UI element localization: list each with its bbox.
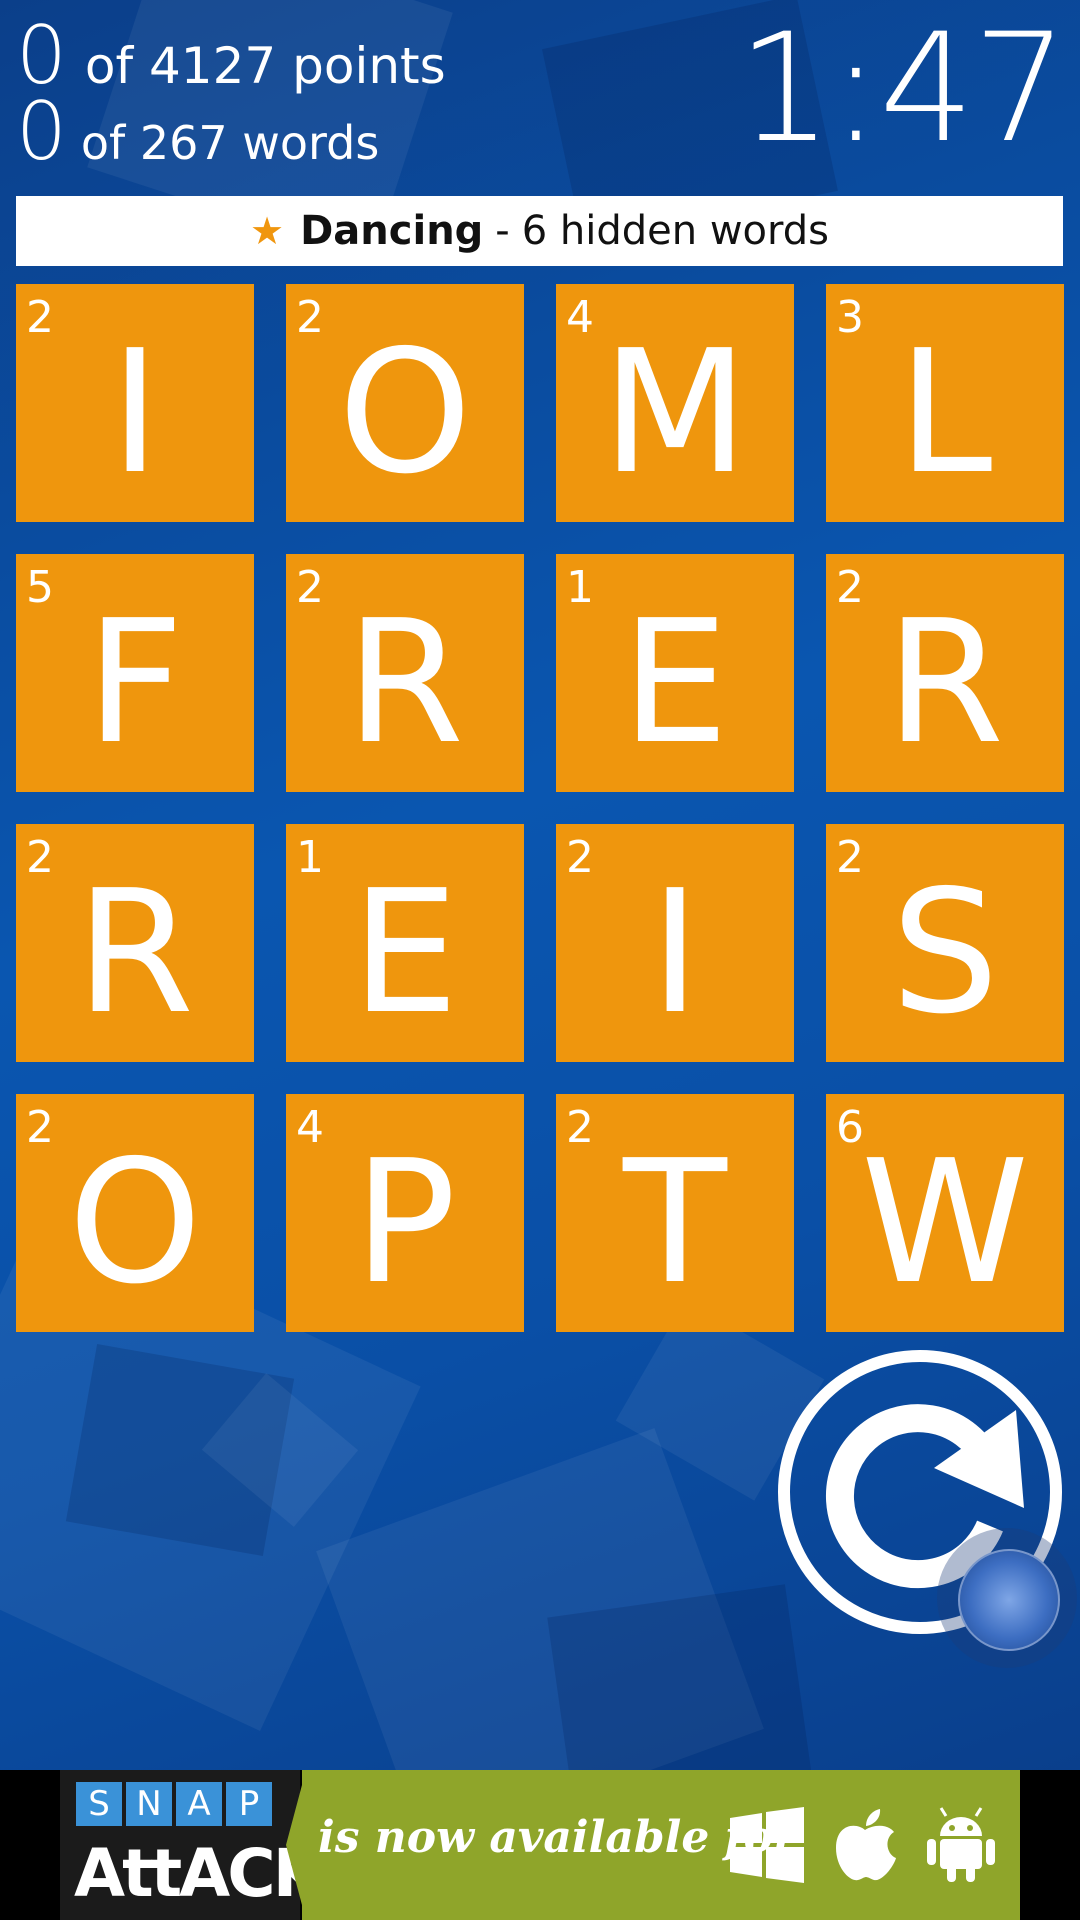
- letter-tile[interactable]: 5F: [16, 554, 254, 792]
- ad-arrow: [286, 1770, 306, 1920]
- words-value: 0: [16, 85, 67, 178]
- windows-icon: [730, 1807, 804, 1883]
- tile-letter: O: [338, 314, 472, 512]
- letter-tile[interactable]: 2I: [16, 284, 254, 522]
- touch-indicator: [958, 1549, 1060, 1651]
- ad-logo-snap: S N A P: [76, 1782, 272, 1826]
- letter-tile[interactable]: 4M: [556, 284, 794, 522]
- tile-letter: R: [75, 854, 195, 1052]
- letter-tile[interactable]: 2R: [286, 554, 524, 792]
- letter-tile[interactable]: 3L: [826, 284, 1064, 522]
- letter-tile[interactable]: 2R: [826, 554, 1064, 792]
- letter-tile[interactable]: 1E: [286, 824, 524, 1062]
- letter-tile[interactable]: 2R: [16, 824, 254, 1062]
- countdown-timer: 1:47: [737, 2, 1068, 176]
- letter-tile[interactable]: 2I: [556, 824, 794, 1062]
- score-panel: 0 of 4127 points 0 of 267 words: [16, 9, 446, 178]
- tile-letter: M: [601, 314, 749, 512]
- words-stat: 0 of 267 words: [16, 85, 446, 178]
- ad-logo-attack: AttACK: [74, 1835, 324, 1912]
- tile-letter: O: [68, 1124, 202, 1322]
- letter-tile[interactable]: 2O: [286, 284, 524, 522]
- letter-tile[interactable]: 4P: [286, 1094, 524, 1332]
- tile-letter: F: [86, 584, 184, 782]
- letter-tile[interactable]: 2T: [556, 1094, 794, 1332]
- tile-letter: I: [649, 854, 701, 1052]
- ad-banner[interactable]: S N A P AttACK is now available for: [0, 1770, 1080, 1920]
- letter-grid: 2I2O4M3L5F2R1E2R2R1E2I2S2O4P2T6W: [16, 284, 1064, 1332]
- letter-tile[interactable]: 6W: [826, 1094, 1064, 1332]
- tile-letter: L: [897, 314, 993, 512]
- theme-name: Dancing: [300, 208, 484, 254]
- tile-letter: R: [885, 584, 1005, 782]
- letter-tile[interactable]: 2O: [16, 1094, 254, 1332]
- ad-tagline: is now available for: [318, 1812, 797, 1863]
- hidden-words-count: 6 hidden words: [521, 208, 829, 254]
- letter-tile[interactable]: 2S: [826, 824, 1064, 1062]
- points-label: of 4127 points: [84, 37, 446, 95]
- tile-letter: I: [109, 314, 161, 512]
- star-icon: ★: [250, 209, 285, 253]
- tile-letter: S: [891, 854, 999, 1052]
- ad-snap-letter: N: [126, 1782, 172, 1826]
- tile-letter: T: [623, 1124, 727, 1322]
- theme-banner: ★ Dancing - 6 hidden words: [16, 196, 1063, 266]
- tile-letter: R: [345, 584, 465, 782]
- android-icon: [927, 1807, 995, 1882]
- ad-snap-letter: A: [176, 1782, 222, 1826]
- tile-letter: W: [860, 1124, 1030, 1322]
- ad-snap-letter: S: [76, 1782, 122, 1826]
- points-stat: 0 of 4127 points: [16, 9, 446, 102]
- points-value: 0: [16, 9, 67, 102]
- words-label: of 267 words: [80, 116, 380, 170]
- ad-snap-letter: P: [226, 1782, 272, 1826]
- apple-icon: [836, 1809, 896, 1881]
- letter-tile[interactable]: 1E: [556, 554, 794, 792]
- tile-letter: P: [353, 1124, 457, 1322]
- tile-letter: E: [351, 854, 459, 1052]
- tile-letter: E: [621, 584, 729, 782]
- theme-separator: -: [495, 208, 510, 254]
